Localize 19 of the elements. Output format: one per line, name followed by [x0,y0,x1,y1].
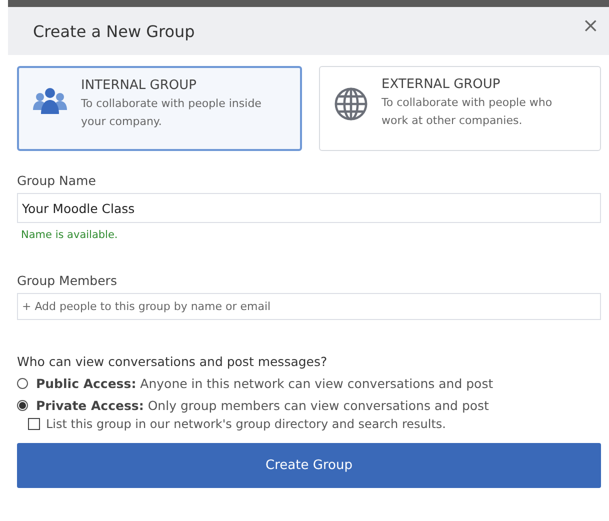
group-type-option[interactable]: INTERNAL GROUP To collaborate with people inside your company. [17,66,302,151]
globe-icon [334,87,368,121]
create-group-button[interactable]: Create Group [17,443,601,488]
close-button[interactable]: × [578,13,603,37]
access-question: Who can view conversations and post messages? [17,354,328,369]
checkbox-label: List this group in our network's group directory and search results. [46,417,446,431]
radio-label: Public Access: Anyone in this network can view conversations and post [36,376,494,391]
checkbox[interactable] [28,418,40,430]
radio-button[interactable] [17,400,28,411]
group-members-field[interactable]: + Add people to this group by name or email [17,293,601,320]
radio-button[interactable] [17,378,28,389]
group-name-field[interactable]: Your Moodle Class [17,193,601,223]
group-type-option[interactable]: EXTERNAL GROUP To collaborate with people who work at other companies. [318,66,601,151]
people-icon [33,88,67,114]
dialog-title: Create a New Group [33,22,195,40]
radio-label: Private Access: Only group members can view conversations and post [36,398,489,413]
field-label: Group Name [17,173,97,188]
availability-message: Name is available. [21,229,119,241]
field-label: Group Members [17,273,118,288]
